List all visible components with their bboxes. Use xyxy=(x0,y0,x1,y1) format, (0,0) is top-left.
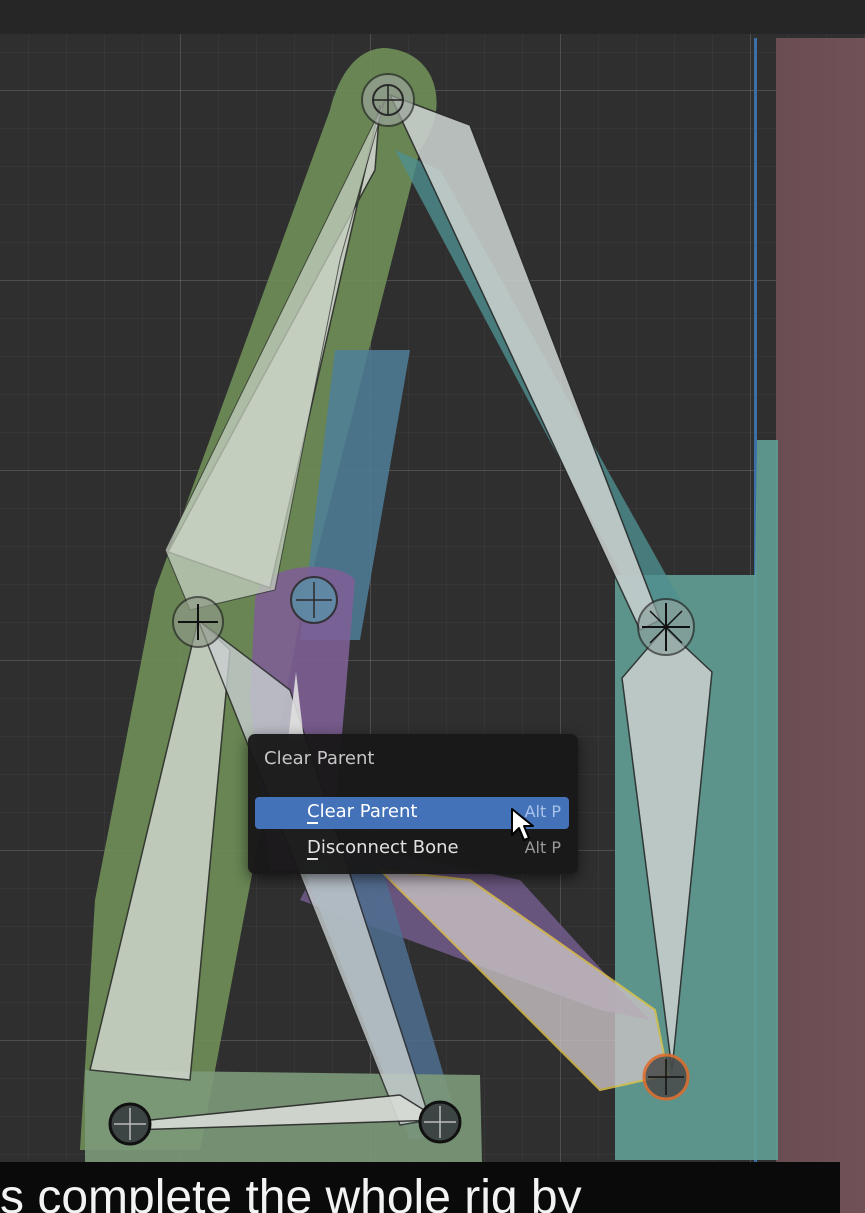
3d-viewport[interactable]: Clear Parent Clear Parent Alt P Disconne… xyxy=(0,0,865,1213)
clear-parent-menu: Clear Parent Clear Parent Alt P Disconne… xyxy=(248,734,578,874)
armature-rig xyxy=(80,48,778,1162)
joint-knee-left xyxy=(172,596,224,648)
joint-foot-mid xyxy=(418,1100,462,1144)
joint-ankle-active xyxy=(642,1053,690,1101)
subtitle-text: s complete the whole rig by xyxy=(0,1171,582,1213)
joint-hip xyxy=(361,73,415,127)
subtitle-bar: s complete the whole rig by xyxy=(0,1162,840,1213)
joint-knee-right xyxy=(637,598,695,656)
bone-hip-knee xyxy=(388,93,661,632)
menu-item-label: Disconnect Bone xyxy=(307,837,459,860)
menu-title: Clear Parent xyxy=(264,748,375,769)
menu-item-label: Clear Parent xyxy=(307,801,418,824)
joint-knee-mid xyxy=(290,576,338,624)
mouse-cursor-icon xyxy=(511,808,534,841)
joint-foot-left xyxy=(108,1102,152,1146)
